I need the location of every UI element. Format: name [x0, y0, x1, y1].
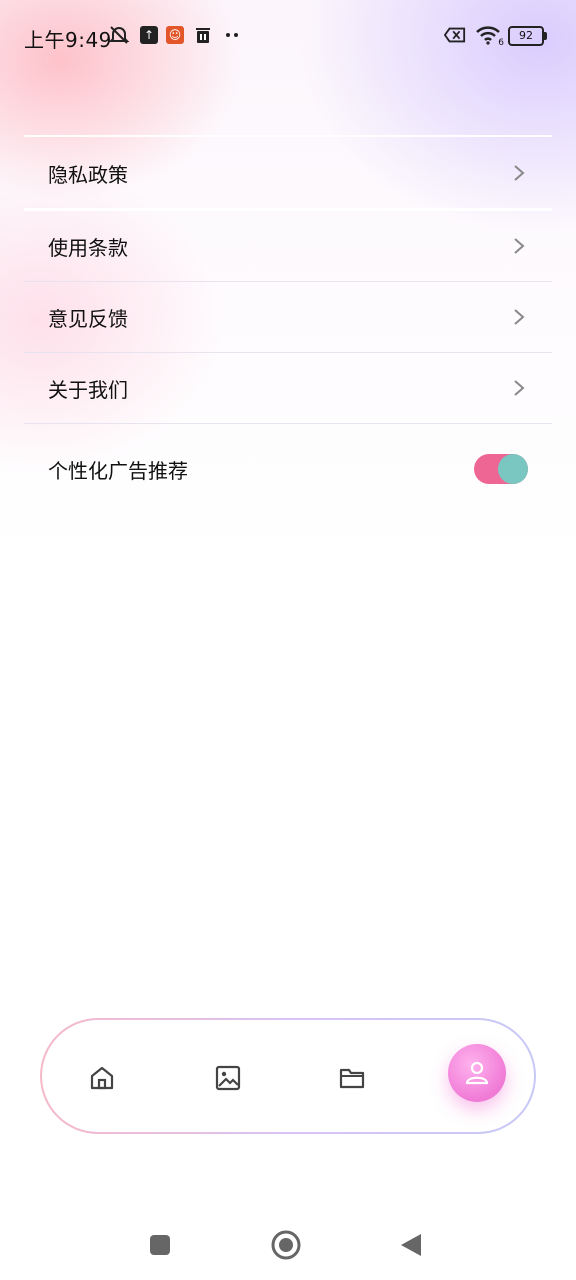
upload-icon: ↑: [138, 24, 160, 46]
home-circle-icon[interactable]: [270, 1230, 302, 1260]
battery-icon: 92: [508, 26, 547, 46]
menu-item-terms-of-use[interactable]: 使用条款: [24, 211, 552, 282]
status-time: 上午9:49: [24, 28, 112, 52]
toggle-knob: [498, 454, 528, 484]
menu-item-personalized-ads: 个性化广告推荐: [24, 424, 552, 514]
app-notification-icon: ☺: [164, 24, 186, 46]
chevron-right-icon: [510, 308, 528, 326]
more-dots-icon: [222, 24, 244, 46]
menu-item-label: 关于我们: [48, 377, 128, 402]
menu-item-label: 意见反馈: [48, 306, 128, 331]
gallery-icon[interactable]: [200, 1050, 256, 1106]
home-icon[interactable]: [74, 1050, 130, 1106]
bottom-nav: [40, 1018, 536, 1134]
recent-apps-icon[interactable]: [148, 1230, 172, 1260]
personalized-ads-label: 个性化广告推荐: [48, 458, 188, 483]
personalized-ads-toggle[interactable]: [474, 454, 528, 484]
settings-menu: 隐私政策 使用条款 意见反馈 关于我们 个性化广告推荐: [24, 138, 552, 514]
wifi-icon: 6: [474, 24, 504, 48]
mute-bell-icon: [108, 24, 130, 46]
back-triangle-icon[interactable]: [398, 1230, 424, 1260]
profile-icon[interactable]: [448, 1044, 506, 1102]
menu-item-label: 隐私政策: [48, 162, 128, 187]
sim-off-icon: [444, 24, 466, 46]
wifi-badge: 6: [498, 38, 504, 48]
menu-item-privacy-policy[interactable]: 隐私政策: [24, 138, 552, 211]
menu-item-about-us[interactable]: 关于我们: [24, 353, 552, 424]
status-bar: 上午9:49 ↑ ☺ 6 92: [0, 0, 576, 72]
top-divider: [24, 135, 552, 137]
chevron-right-icon: [510, 237, 528, 255]
folder-icon[interactable]: [324, 1050, 380, 1106]
menu-item-label: 使用条款: [48, 235, 128, 260]
chevron-right-icon: [510, 164, 528, 182]
chevron-right-icon: [510, 379, 528, 397]
menu-item-feedback[interactable]: 意见反馈: [24, 282, 552, 353]
trash-icon: [192, 24, 214, 46]
